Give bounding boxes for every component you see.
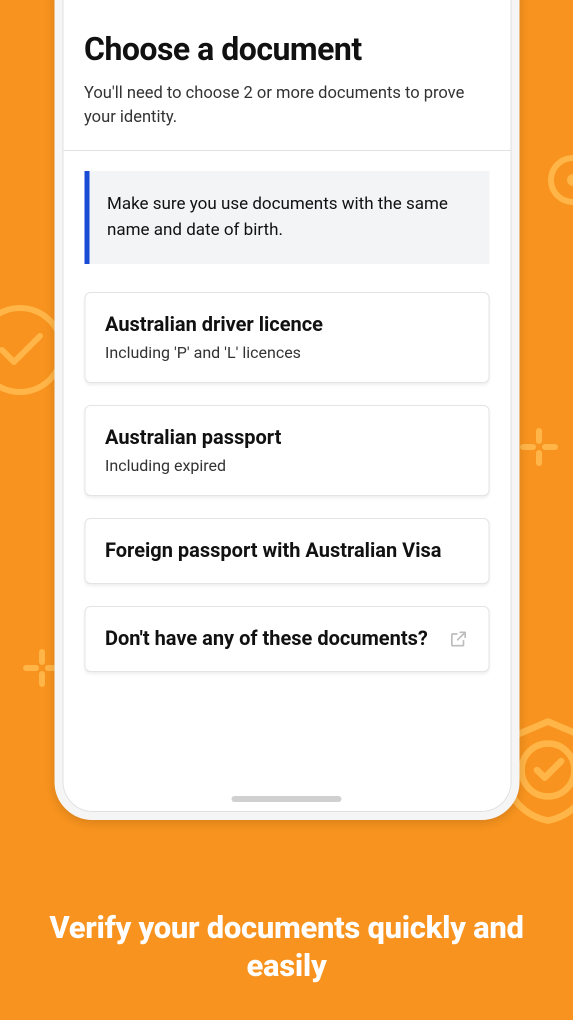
phone-frame: Choose a document You'll need to choose … <box>54 0 519 820</box>
info-callout: Make sure you use documents with the sam… <box>84 171 489 264</box>
doc-title: Don't have any of these documents? <box>105 625 468 651</box>
doc-title: Australian driver licence <box>105 311 468 337</box>
doc-option-none-link[interactable]: Don't have any of these documents? <box>84 606 489 672</box>
page-title: Choose a document <box>84 30 489 68</box>
page-subtitle: You'll need to choose 2 or more document… <box>84 82 489 130</box>
doc-subtitle: Including expired <box>105 456 468 475</box>
doc-subtitle: Including 'P' and 'L' licences <box>105 343 468 362</box>
deco-plus-icon <box>517 425 561 469</box>
phone-chin-indicator <box>232 796 342 802</box>
divider <box>62 150 511 151</box>
doc-option-foreign-passport[interactable]: Foreign passport with Australian Visa <box>84 518 489 584</box>
external-link-icon <box>448 629 468 649</box>
doc-title: Australian passport <box>105 424 468 450</box>
doc-title: Foreign passport with Australian Visa <box>105 537 468 563</box>
app-screen: Choose a document You'll need to choose … <box>62 0 511 782</box>
doc-option-driver-licence[interactable]: Australian driver licence Including 'P' … <box>84 292 489 383</box>
doc-option-passport[interactable]: Australian passport Including expired <box>84 405 489 496</box>
deco-ring-icon <box>543 150 573 210</box>
marketing-tagline: Verify your documents quickly and easily <box>0 909 573 987</box>
